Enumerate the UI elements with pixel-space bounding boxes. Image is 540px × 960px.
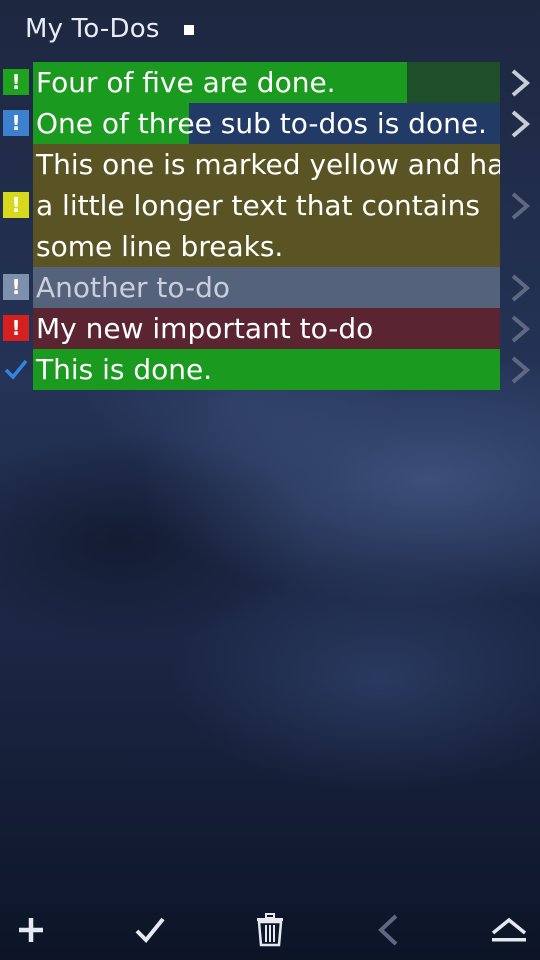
priority-exclamation-icon: !: [3, 192, 29, 218]
todo-item[interactable]: ! This one is marked yellow and has a li…: [0, 144, 540, 267]
priority-exclamation-icon: !: [3, 315, 29, 341]
todo-bar[interactable]: One of three sub to-dos is done.: [33, 103, 500, 144]
todo-text: Another to-do: [36, 271, 231, 304]
priority-exclamation-icon: !: [3, 274, 29, 300]
chevron-right-icon[interactable]: [506, 349, 534, 390]
todo-text: Four of five are done.: [36, 66, 336, 99]
todo-item[interactable]: ! Four of five are done.: [0, 62, 540, 103]
todo-bar[interactable]: This is done.: [33, 349, 500, 390]
todo-list: ! Four of five are done. ! One of three …: [0, 62, 540, 390]
chevron-right-icon[interactable]: [506, 185, 534, 226]
chevron-right-icon[interactable]: [506, 62, 534, 103]
chevron-right-icon[interactable]: [506, 267, 534, 308]
todo-text: My new important to-do: [36, 312, 374, 345]
todo-text: One of three sub to-dos is done.: [36, 107, 487, 140]
todo-bar[interactable]: Another to-do: [33, 267, 500, 308]
page-title: My To-Dos: [25, 14, 160, 44]
checkmark-icon: [135, 917, 165, 943]
plus-icon: [19, 918, 43, 942]
checkmark-icon: [3, 356, 29, 382]
chevron-left-icon: [378, 914, 398, 946]
todo-item[interactable]: This is done.: [0, 349, 540, 390]
add-button[interactable]: [9, 908, 53, 952]
header: My To-Dos: [0, 0, 540, 58]
priority-exclamation-icon: !: [3, 69, 29, 95]
priority-exclamation-icon: !: [3, 110, 29, 136]
todo-item[interactable]: ! My new important to-do: [0, 308, 540, 349]
todo-text-line: a little longer text that contains: [36, 189, 480, 222]
todo-text-line: This one is marked yellow and has: [36, 148, 500, 181]
bottom-toolbar: [0, 900, 540, 960]
todo-item[interactable]: ! Another to-do: [0, 267, 540, 308]
trash-icon: [257, 913, 283, 947]
todo-item[interactable]: ! One of three sub to-dos is done.: [0, 103, 540, 144]
eject-button[interactable]: [487, 908, 531, 952]
mark-done-button[interactable]: [128, 908, 172, 952]
delete-button[interactable]: [248, 908, 292, 952]
chevron-right-icon[interactable]: [506, 103, 534, 144]
eject-icon: [491, 917, 527, 942]
todo-bar[interactable]: This one is marked yellow and has a litt…: [33, 144, 500, 267]
todo-text: This is done.: [36, 353, 213, 386]
todo-bar[interactable]: My new important to-do: [33, 308, 500, 349]
todo-bar[interactable]: Four of five are done.: [33, 62, 500, 103]
page-indicator-dot: [184, 25, 194, 35]
todo-text-line: some line breaks.: [36, 230, 284, 263]
back-button[interactable]: [366, 908, 410, 952]
chevron-right-icon[interactable]: [506, 308, 534, 349]
